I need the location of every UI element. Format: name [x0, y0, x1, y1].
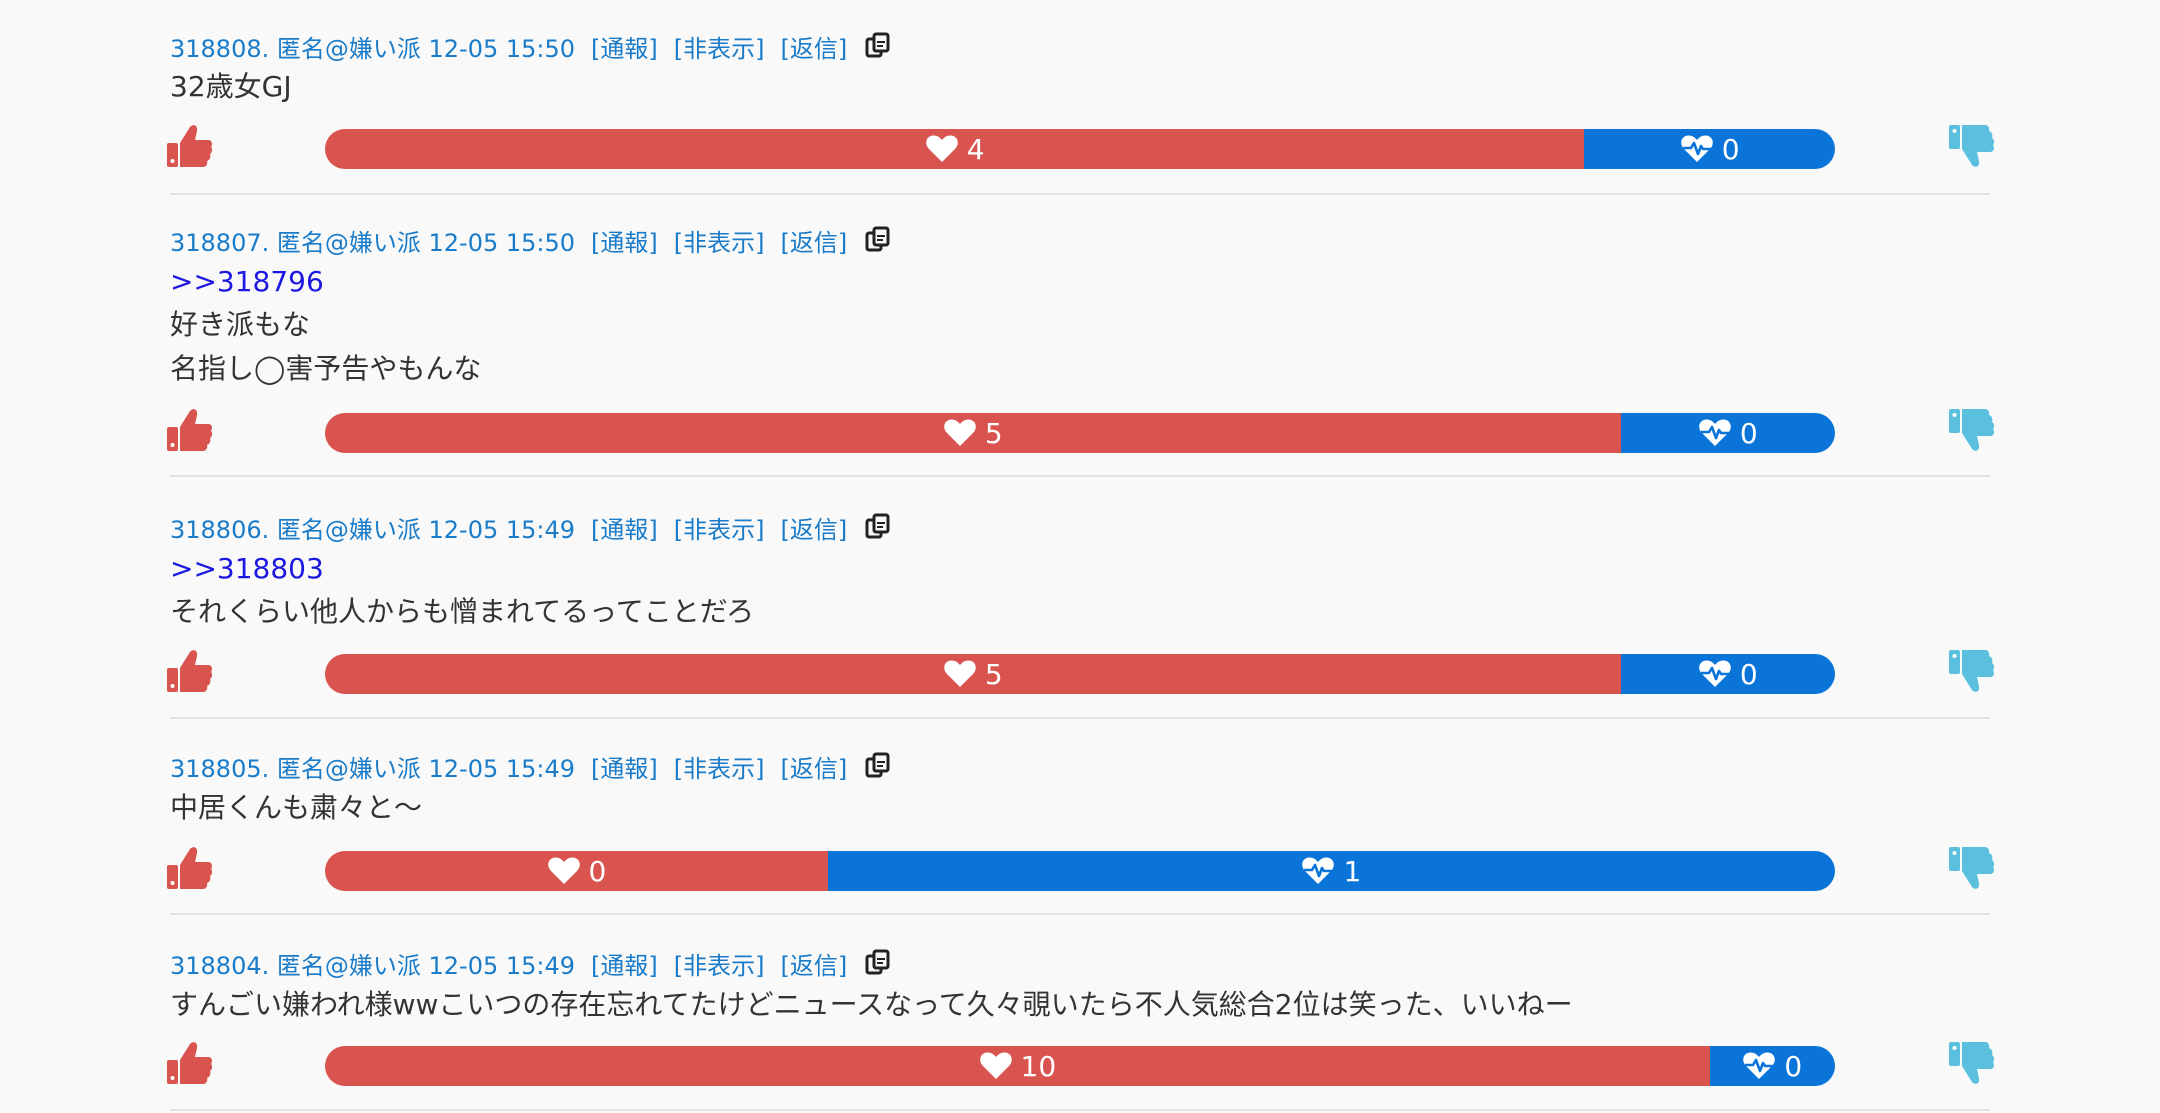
comment-post: 318804. 匿名@嫌い派 12-05 15:49 [通報] [非表示] [返… — [167, 913, 1995, 1111]
hide-link[interactable]: [非表示] — [674, 29, 765, 64]
bad-vote-segment[interactable]: 0 — [1709, 1046, 1835, 1086]
good-vote-segment[interactable]: 5 — [325, 654, 1621, 694]
good-count: 5 — [984, 416, 1003, 450]
bad-count: 0 — [1739, 416, 1758, 450]
post-meta: 318805. 匿名@嫌い派 12-05 15:49 — [170, 754, 576, 783]
comment-thread: 318808. 匿名@嫌い派 12-05 15:50 [通報] [非表示] [返… — [0, 0, 2160, 1113]
post-meta: 318806. 匿名@嫌い派 12-05 15:49 — [170, 515, 576, 544]
report-link[interactable]: [通報] — [591, 223, 658, 258]
bad-count: 0 — [1739, 657, 1758, 691]
heartbeat-icon — [1698, 659, 1732, 689]
post-body-line: 32歳女GJ — [170, 70, 292, 103]
good-count: 0 — [588, 854, 607, 888]
bad-vote-segment[interactable]: 0 — [1620, 654, 1835, 694]
thumbs-down-icon[interactable] — [1946, 648, 1996, 694]
bad-count: 1 — [1343, 854, 1362, 888]
heartbeat-icon — [1698, 418, 1732, 448]
thumbs-down-icon[interactable] — [1946, 1040, 1996, 1086]
bad-count: 0 — [1721, 132, 1740, 166]
bad-vote-segment[interactable]: 1 — [827, 851, 1835, 891]
comment-post: 318807. 匿名@嫌い派 12-05 15:50 [通報] [非表示] [返… — [167, 195, 1995, 477]
reply-link[interactable]: [返信] — [781, 223, 848, 258]
heartbeat-icon — [1301, 856, 1335, 886]
good-count: 10 — [1020, 1049, 1057, 1083]
hide-link[interactable]: [非表示] — [674, 749, 765, 784]
post-body-line: それくらい他人からも憎まれてるってことだろ — [170, 595, 755, 628]
good-vote-segment[interactable]: 10 — [325, 1046, 1710, 1086]
good-vote-segment[interactable]: 4 — [325, 129, 1585, 169]
thumbs-up-icon[interactable] — [164, 407, 214, 453]
post-header: 318807. 匿名@嫌い派 12-05 15:50 [通報] [非表示] [返… — [170, 223, 891, 257]
hide-link[interactable]: [非表示] — [674, 510, 765, 545]
heart-icon — [925, 134, 959, 164]
bad-count: 0 — [1784, 1049, 1803, 1083]
copy-icon[interactable] — [865, 752, 891, 780]
thumbs-up-icon[interactable] — [164, 845, 214, 891]
heart-icon — [979, 1051, 1013, 1081]
good-count: 5 — [984, 657, 1003, 691]
post-header: 318804. 匿名@嫌い派 12-05 15:49 [通報] [非表示] [返… — [170, 946, 891, 980]
post-header: 318805. 匿名@嫌い派 12-05 15:49 [通報] [非表示] [返… — [170, 749, 891, 783]
heart-icon — [943, 659, 977, 689]
comment-post: 318805. 匿名@嫌い派 12-05 15:49 [通報] [非表示] [返… — [167, 717, 1995, 915]
bad-vote-segment[interactable]: 0 — [1620, 413, 1835, 453]
vote-bar: 5 0 — [325, 413, 1835, 453]
vote-bar: 5 0 — [325, 654, 1835, 694]
copy-icon[interactable] — [865, 949, 891, 977]
copy-icon[interactable] — [865, 32, 891, 60]
report-link[interactable]: [通報] — [591, 510, 658, 545]
post-header: 318806. 匿名@嫌い派 12-05 15:49 [通報] [非表示] [返… — [170, 510, 891, 544]
hide-link[interactable]: [非表示] — [674, 223, 765, 258]
post-meta: 318808. 匿名@嫌い派 12-05 15:50 — [170, 34, 576, 63]
post-body-line: 名指し◯害予告やもんな — [170, 352, 482, 385]
heart-icon — [547, 856, 581, 886]
post-body-line: 好き派もな — [170, 308, 311, 341]
heart-icon — [943, 418, 977, 448]
hide-link[interactable]: [非表示] — [674, 946, 765, 981]
good-vote-segment[interactable]: 0 — [325, 851, 828, 891]
reply-link[interactable]: [返信] — [781, 946, 848, 981]
thumbs-up-icon[interactable] — [164, 123, 214, 169]
heartbeat-icon — [1742, 1051, 1776, 1081]
comment-post: 318806. 匿名@嫌い派 12-05 15:49 [通報] [非表示] [返… — [167, 477, 1995, 719]
post-meta: 318807. 匿名@嫌い派 12-05 15:50 — [170, 228, 576, 257]
thumbs-up-icon[interactable] — [164, 1040, 214, 1086]
thumbs-down-icon[interactable] — [1946, 407, 1996, 453]
heartbeat-icon — [1680, 134, 1714, 164]
bad-vote-segment[interactable]: 0 — [1584, 129, 1835, 169]
thumbs-down-icon[interactable] — [1946, 845, 1996, 891]
vote-bar: 10 0 — [325, 1046, 1835, 1086]
post-body-line: すんごい嫌われ様wwこいつの存在忘れてたけどニュースなって久々覗いたら不人気総合… — [170, 988, 1573, 1021]
report-link[interactable]: [通報] — [591, 29, 658, 64]
vote-bar: 0 1 — [325, 851, 1835, 891]
post-meta: 318804. 匿名@嫌い派 12-05 15:49 — [170, 951, 576, 980]
reply-link[interactable]: [返信] — [781, 749, 848, 784]
post-body-line: 中居くんも粛々と〜 — [170, 791, 423, 824]
good-vote-segment[interactable]: 5 — [325, 413, 1621, 453]
post-header: 318808. 匿名@嫌い派 12-05 15:50 [通報] [非表示] [返… — [170, 29, 891, 63]
report-link[interactable]: [通報] — [591, 946, 658, 981]
vote-bar: 4 0 — [325, 129, 1835, 169]
reply-link[interactable]: [返信] — [781, 29, 848, 64]
reply-anchor-link[interactable]: >>318803 — [170, 550, 324, 588]
good-count: 4 — [966, 132, 985, 166]
reply-link[interactable]: [返信] — [781, 510, 848, 545]
thumbs-down-icon[interactable] — [1946, 123, 1996, 169]
report-link[interactable]: [通報] — [591, 749, 658, 784]
comment-post: 318808. 匿名@嫌い派 12-05 15:50 [通報] [非表示] [返… — [167, 0, 1995, 195]
copy-icon[interactable] — [865, 513, 891, 541]
reply-anchor-link[interactable]: >>318796 — [170, 263, 324, 301]
thumbs-up-icon[interactable] — [164, 648, 214, 694]
copy-icon[interactable] — [865, 226, 891, 254]
